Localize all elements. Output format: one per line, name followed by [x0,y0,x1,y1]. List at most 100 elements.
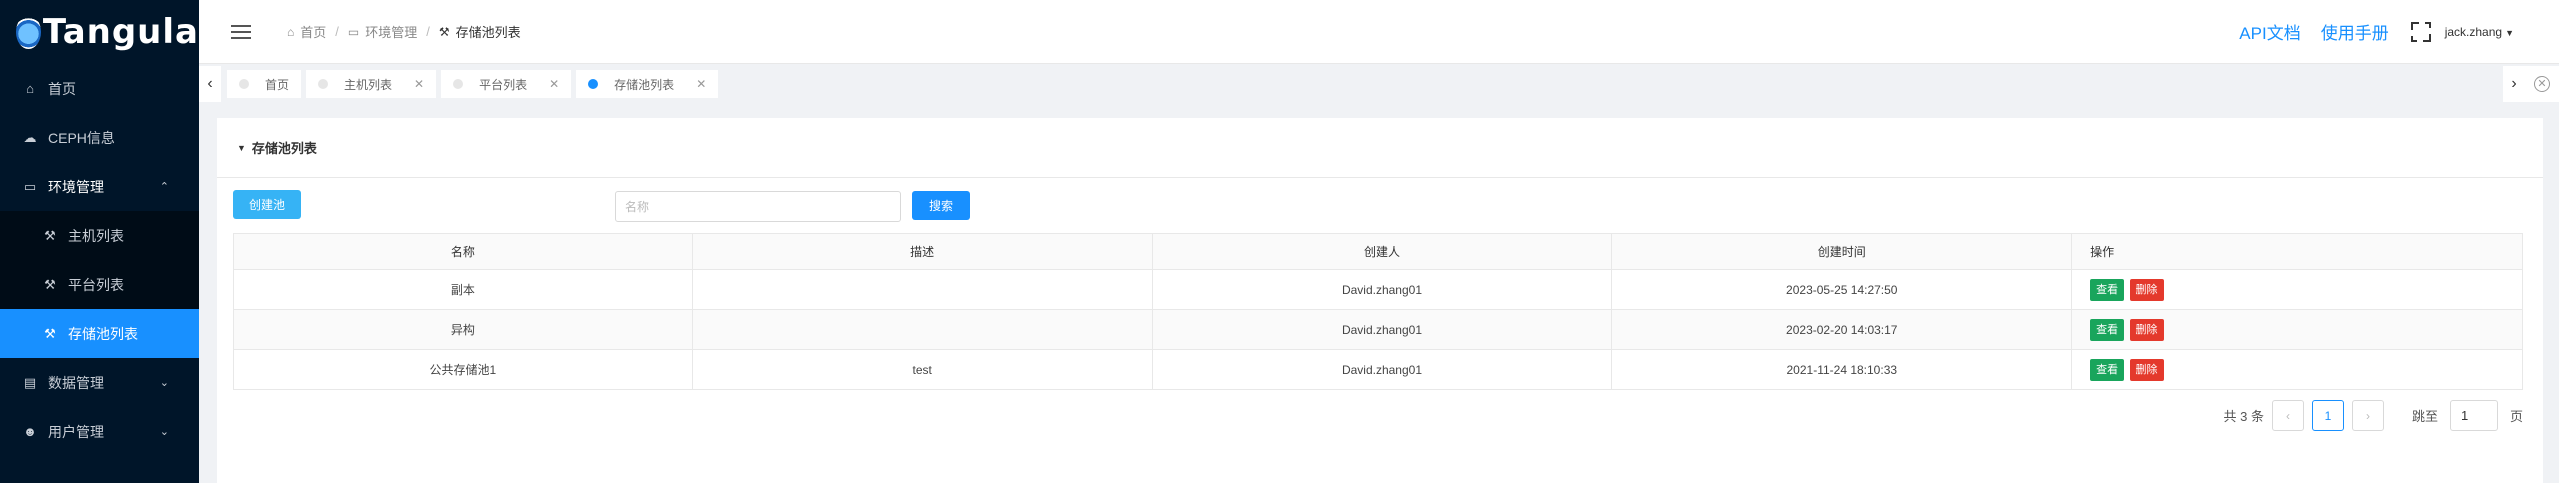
tab-dot [588,79,599,89]
logo-text: Tangula [42,12,199,52]
sidebar-item-label: 首页 [48,80,76,97]
username: jack.zhang [2444,24,2503,39]
storage-pool-table: 名称 描述 创建人 创建时间 操作 副本 David.zhang01 2023-… [233,233,2523,390]
tab-storage-pools[interactable]: 存储池列表 ✕ [576,70,719,98]
search-button[interactable]: 搜索 [912,191,970,220]
hammer-icon: ⚒ [44,276,56,292]
cell-name: 公共存储池1 [233,349,693,390]
sidebar-item-storage-pools[interactable]: ⚒ 存储池列表 [0,309,199,358]
column-header-creator: 创建人 [1151,233,1613,270]
column-header-name: 名称 [233,233,693,270]
cell-name: 异构 [233,309,693,350]
cell-creator: David.zhang01 [1151,349,1613,390]
tabs-scroll-right-icon[interactable]: › [2503,66,2525,102]
breadcrumb-home[interactable]: ⌂ 首页 [287,22,326,41]
sidebar-item-label: 存储池列表 [68,325,138,342]
monitor-icon: ▭ [347,24,360,39]
sidebar-item-label: 数据管理 [48,374,104,391]
sidebar-item-label: 环境管理 [48,178,104,195]
sidebar-item-hosts[interactable]: ⚒ 主机列表 [0,211,199,260]
pagination: 共 3 条 ‹ 1 › 跳至 页 [2224,400,2523,431]
column-header-created-time: 创建时间 [1611,233,2073,270]
prev-page-button[interactable]: ‹ [2271,400,2304,431]
jump-label: 跳至 [2411,409,2438,424]
tab-dot [453,79,464,89]
logo[interactable]: Tangula [0,0,199,64]
api-docs-link[interactable]: API文档 [2239,19,2300,44]
column-header-actions: 操作 [2071,233,2523,270]
hammer-icon: ⚒ [438,24,450,39]
logo-mark-icon [16,15,41,49]
cell-actions: 查看 删除 [2071,349,2523,390]
menu-toggle-icon[interactable] [231,24,251,39]
table-row: 副本 David.zhang01 2023-05-25 14:27:50 查看 … [233,269,2523,310]
sidebar-item-label: CEPH信息 [48,129,115,146]
jump-page-input[interactable] [2449,400,2498,431]
breadcrumb-separator: / [335,24,339,39]
cell-creator: David.zhang01 [1151,309,1613,350]
tabs-scroll-left-icon[interactable]: ‹ [199,66,221,102]
sidebar-item-label: 用户管理 [48,423,104,440]
cell-created-time: 2021-11-24 18:10:33 [1611,349,2073,390]
delete-button[interactable]: 删除 [2129,358,2164,381]
caret-down-icon: ▼ [2505,27,2514,38]
sidebar-item-label: 主机列表 [68,227,124,244]
close-icon[interactable]: ✕ [696,77,706,91]
top-header: ⌂ 首页 / ▭ 环境管理 / ⚒ 存储池列表 API文档 使用手册 jack.… [199,0,2559,64]
tabs: 首页 主机列表 ✕ 平台列表 ✕ 存储池列表 ✕ [227,70,723,98]
name-search-input[interactable] [615,191,901,222]
table-row: 异构 David.zhang01 2023-02-20 14:03:17 查看 … [233,309,2523,350]
user-menu[interactable]: jack.zhang ▼ [2445,25,2514,39]
fullscreen-icon[interactable] [2410,21,2431,42]
delete-button[interactable]: 删除 [2129,318,2164,341]
view-button[interactable]: 查看 [2090,278,2125,301]
sidebar-item-environment[interactable]: ▭ 环境管理 ⌃ [0,162,199,211]
next-page-button[interactable]: › [2351,400,2384,431]
breadcrumb-environment[interactable]: ▭ 环境管理 [348,22,417,41]
sidebar-item-label: 平台列表 [68,276,124,293]
create-pool-button[interactable]: 创建池 [233,190,301,219]
delete-button[interactable]: 删除 [2129,278,2164,301]
close-circle-icon: ✕ [2534,76,2550,92]
page-button[interactable]: 1 [2311,400,2344,431]
cell-actions: 查看 删除 [2071,269,2523,310]
toolbar: 创建池 搜索 [217,178,2543,234]
page-suffix: 页 [2509,409,2523,424]
tab-home[interactable]: 首页 [227,70,302,98]
cell-creator: David.zhang01 [1151,269,1613,310]
cell-description [691,269,1153,310]
hammer-icon: ⚒ [44,227,56,243]
chevron-right-icon: › [2365,408,2370,423]
monitor-icon: ▭ [23,178,37,194]
chevron-down-icon: ⌄ [159,426,169,438]
sidebar-item-platforms[interactable]: ⚒ 平台列表 [0,260,199,309]
close-all-tabs-button[interactable]: ✕ [2525,66,2559,102]
chevron-down-icon: ⌄ [159,377,169,389]
table-row: 公共存储池1 test David.zhang01 2021-11-24 18:… [233,349,2523,390]
sidebar: Tangula ⌂ 首页 ☁ CEPH信息 ▭ 环境管理 ⌃ ⚒ 主机列表 ⚒ … [0,0,199,483]
cloud-icon: ☁ [23,129,37,145]
storage-pool-card: ▼ 存储池列表 创建池 搜索 名称 描述 创建人 创建时间 操作 副本 Davi… [217,118,2543,483]
tab-hosts[interactable]: 主机列表 ✕ [306,70,437,98]
close-icon[interactable]: ✕ [549,77,559,91]
tab-dot [318,79,329,89]
cell-description [691,309,1153,350]
breadcrumb: ⌂ 首页 / ▭ 环境管理 / ⚒ 存储池列表 [287,22,521,41]
submenu-environment: ⚒ 主机列表 ⚒ 平台列表 ⚒ 存储池列表 [0,211,199,358]
sidebar-item-data[interactable]: ▤ 数据管理 ⌄ [0,358,199,407]
cell-actions: 查看 删除 [2071,309,2523,350]
user-manual-link[interactable]: 使用手册 [2321,19,2389,44]
sidebar-item-home[interactable]: ⌂ 首页 [0,64,199,113]
tabs-bar: ‹ 首页 主机列表 ✕ 平台列表 ✕ 存储池列表 ✕ › ✕ [199,66,2559,102]
sidebar-item-ceph[interactable]: ☁ CEPH信息 [0,113,199,162]
tab-platforms[interactable]: 平台列表 ✕ [441,70,572,98]
cell-created-time: 2023-02-20 14:03:17 [1611,309,2073,350]
user-icon: ☻ [23,424,37,439]
close-icon[interactable]: ✕ [414,77,424,91]
view-button[interactable]: 查看 [2090,358,2125,381]
sidebar-item-users[interactable]: ☻ 用户管理 ⌄ [0,407,199,456]
breadcrumb-current: ⚒ 存储池列表 [438,24,521,41]
view-button[interactable]: 查看 [2090,318,2125,341]
cell-name: 副本 [233,269,693,310]
card-title: ▼ 存储池列表 [217,118,2543,178]
